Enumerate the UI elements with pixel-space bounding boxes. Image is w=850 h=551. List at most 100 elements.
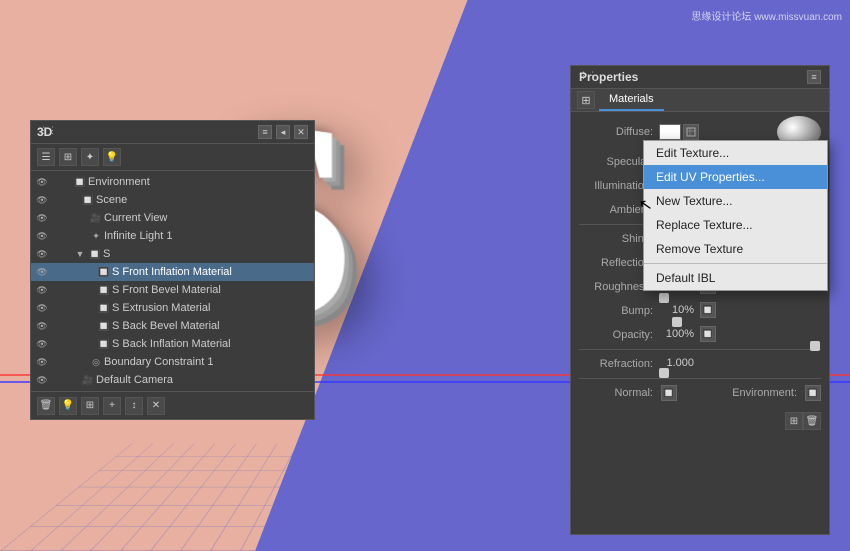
eye-icon[interactable]: 👁 — [35, 319, 49, 333]
toolbar-table-icon[interactable]: ⊞ — [59, 148, 77, 166]
bump-texture-btn[interactable]: 🔲 — [700, 302, 716, 318]
props-add-texture-btn[interactable]: ⊞ — [785, 412, 803, 430]
divider-2 — [579, 349, 821, 350]
eye-icon[interactable]: 👁 — [35, 265, 49, 279]
bottom-add-icon[interactable]: + — [103, 397, 121, 415]
bottom-render-icon[interactable]: ⊞ — [81, 397, 99, 415]
tree-label: Infinite Light 1 — [104, 230, 173, 242]
eye-icon[interactable]: 👁 — [35, 373, 49, 387]
tree-label: S Extrusion Material — [112, 302, 210, 314]
lock-icon — [50, 193, 64, 207]
eye-icon[interactable]: 👁 — [35, 229, 49, 243]
watermark: 思缘设计论坛 www.missvuan.com — [691, 8, 842, 23]
eye-icon[interactable]: 👁 — [35, 301, 49, 315]
resize-handle: ⋮⋮ — [579, 70, 597, 81]
prop-bump: Bump: 10% 🔲 — [579, 301, 821, 321]
prop-normal-env: Normal: 🔲 Environment: 🔲 — [579, 383, 821, 403]
diffuse-texture-btn[interactable] — [683, 124, 699, 140]
opacity-value: 100% — [659, 328, 694, 340]
context-menu-item-replace-texture[interactable]: Replace Texture... — [644, 213, 827, 237]
prop-env-label: Environment: — [732, 387, 803, 399]
folder-icon: 🔲 — [73, 175, 87, 189]
diffuse-swatch[interactable] — [659, 124, 681, 140]
properties-panel: ⋮⋮ Properties ≡ ⊞ Materials Diffuse: Spe… — [570, 65, 830, 535]
tree-item-s-back-inflation[interactable]: 👁 🔲 S Back Inflation Material — [31, 335, 314, 353]
bottom-delete-icon[interactable]: ✕ — [147, 397, 165, 415]
material-icon: 🔲 — [97, 337, 111, 351]
tree-label: Environment — [88, 176, 150, 188]
tree-label: Default Camera — [96, 374, 173, 386]
toolbar-light-icon[interactable]: ✦ — [81, 148, 99, 166]
context-menu-divider — [644, 263, 827, 264]
opacity-slider-container: 100% 🔲 — [659, 326, 821, 344]
opacity-texture-btn[interactable]: 🔲 — [700, 326, 716, 342]
light-icon: ✦ — [89, 229, 103, 243]
normal-texture-btn[interactable]: 🔲 — [661, 385, 677, 401]
context-menu-item-default-ibl[interactable]: Default IBL — [644, 266, 827, 290]
prop-normal-label: Normal: — [579, 387, 659, 399]
refraction-slider-container: 1.000 — [659, 357, 821, 371]
3d-panel-titlebar: ⋮⋮ 3D ≡ ◂ ✕ — [31, 121, 314, 144]
tree-item-boundary[interactable]: 👁 ◎ Boundary Constraint 1 — [31, 353, 314, 371]
tree-label: S Back Inflation Material — [112, 338, 231, 350]
material-icon: 🔲 — [97, 301, 111, 315]
props-menu-btn[interactable]: ≡ — [807, 70, 821, 84]
tree-item-environment[interactable]: 👁 🔲 Environment — [31, 173, 314, 191]
props-bottom-toolbar: ⊞ 🗑 — [579, 411, 821, 431]
mesh-icon: ▼ — [73, 247, 87, 261]
toolbar-bulb-icon[interactable]: 💡 — [103, 148, 121, 166]
eye-icon[interactable]: 👁 — [35, 247, 49, 261]
eye-icon[interactable]: 👁 — [35, 283, 49, 297]
tree-item-s-extrusion[interactable]: 👁 🔲 S Extrusion Material — [31, 299, 314, 317]
eye-icon[interactable]: 👁 — [35, 193, 49, 207]
tree-item-current-view[interactable]: 👁 🎥 Current View — [31, 209, 314, 227]
cursor-pointer: ↖ — [637, 194, 654, 216]
bottom-trash-icon[interactable]: 🗑 — [37, 397, 55, 415]
prop-opacity: Opacity: 100% 🔲 — [579, 325, 821, 345]
env-texture-btn[interactable]: 🔲 — [805, 385, 821, 401]
tree-label: Scene — [96, 194, 127, 206]
tree-item-s-front-bevel[interactable]: 👁 🔲 S Front Bevel Material — [31, 281, 314, 299]
context-menu: Edit Texture... Edit UV Properties... Ne… — [643, 140, 828, 291]
tree-item-s-front-inflation[interactable]: 👁 🔲 S Front Inflation Material — [31, 263, 314, 281]
properties-titlebar: ⋮⋮ Properties ≡ — [571, 66, 829, 89]
eye-icon[interactable]: 👁 — [35, 211, 49, 225]
lock-icon — [50, 337, 64, 351]
context-menu-item-new-texture[interactable]: New Texture... — [644, 189, 827, 213]
props-delete-texture-btn[interactable]: 🗑 — [803, 412, 821, 430]
context-menu-item-edit-uv[interactable]: Edit UV Properties... — [644, 165, 827, 189]
lock-icon — [50, 301, 64, 315]
panel-menu-btn[interactable]: ≡ — [258, 125, 272, 139]
toolbar-list-icon[interactable]: ☰ — [37, 148, 55, 166]
lock-icon — [50, 247, 64, 261]
tree-item-s[interactable]: 👁 ▼ 🔲 S — [31, 245, 314, 263]
prop-bump-label: Bump: — [579, 305, 659, 317]
tab-materials[interactable]: Materials — [599, 89, 664, 111]
tree-item-default-camera[interactable]: 👁 🎥 Default Camera — [31, 371, 314, 389]
tree-label: Boundary Constraint 1 — [104, 356, 213, 368]
bottom-light-icon[interactable]: 💡 — [59, 397, 77, 415]
lock-icon — [50, 211, 64, 225]
eye-icon[interactable]: 👁 — [35, 175, 49, 189]
lock-icon — [50, 319, 64, 333]
eye-icon[interactable]: 👁 — [35, 337, 49, 351]
tree-item-scene[interactable]: 👁 🔲 Scene — [31, 191, 314, 209]
bump-slider-container: 10% 🔲 — [659, 302, 821, 320]
tree-item-s-back-bevel[interactable]: 👁 🔲 S Back Bevel Material — [31, 317, 314, 335]
eye-icon[interactable]: 👁 — [35, 355, 49, 369]
prop-opacity-label: Opacity: — [579, 329, 659, 341]
constraint-icon: ◎ — [89, 355, 103, 369]
scene-icon: 🔲 — [81, 193, 95, 207]
lock-icon — [50, 175, 64, 189]
prop-diffuse-label: Diffuse: — [579, 126, 659, 138]
camera-icon: 🎥 — [81, 373, 95, 387]
context-menu-item-edit-texture[interactable]: Edit Texture... — [644, 141, 827, 165]
3d-panel-bottom: 🗑 💡 ⊞ + ↕ ✕ — [31, 391, 314, 419]
context-menu-item-remove-texture[interactable]: Remove Texture — [644, 237, 827, 261]
prop-refraction-label: Refraction: — [579, 358, 659, 370]
3d-panel: ⋮⋮ 3D ≡ ◂ ✕ ☰ ⊞ ✦ 💡 👁 🔲 Environment 👁 🔲 … — [30, 120, 315, 420]
panel-close-btn[interactable]: ✕ — [294, 125, 308, 139]
bottom-move-icon[interactable]: ↕ — [125, 397, 143, 415]
tree-item-infinite-light[interactable]: 👁 ✦ Infinite Light 1 — [31, 227, 314, 245]
panel-collapse-btn[interactable]: ◂ — [276, 125, 290, 139]
